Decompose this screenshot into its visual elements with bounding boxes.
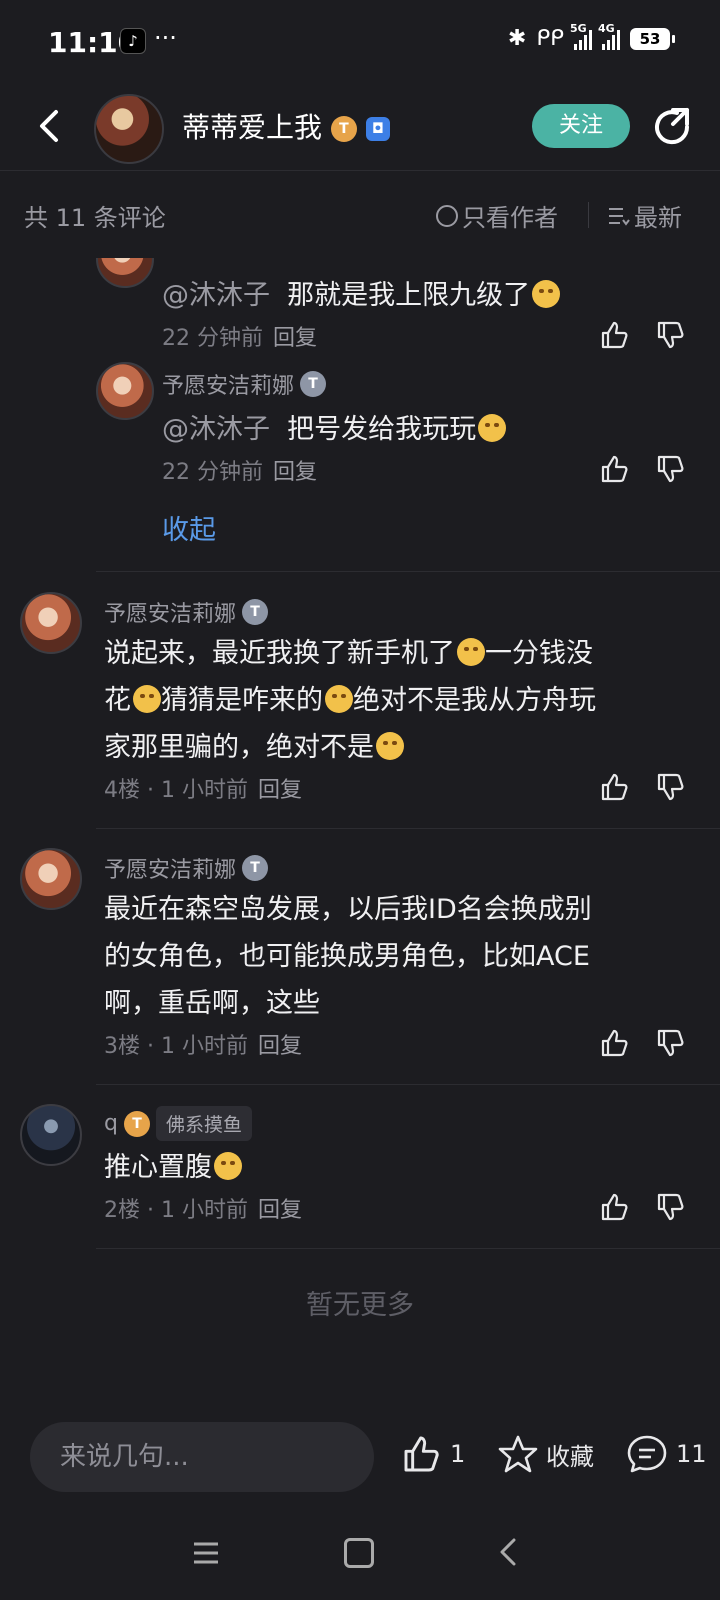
comment-input[interactable]: 来说几句... — [30, 1422, 374, 1492]
comment-meta: 3楼 · 1 小时前 回复 — [104, 1034, 302, 1059]
like-post-button[interactable]: 1 — [402, 1434, 465, 1474]
reply-button[interactable]: 回复 — [273, 326, 317, 351]
like-icon[interactable] — [600, 1028, 630, 1058]
bluetooth-icon: ✱ — [507, 26, 527, 51]
avatar[interactable] — [20, 848, 82, 910]
reply-button[interactable]: 回复 — [258, 778, 302, 803]
author-name[interactable]: 蒂蒂爱上我 T ◘ — [182, 106, 390, 146]
signal-5g-icon: 5G — [570, 22, 592, 50]
comment-meta: 2楼 · 1 小时前 回复 — [104, 1198, 302, 1223]
divider — [96, 1084, 720, 1085]
reply-text: @沐沐子 那就是我上限九级了 — [162, 272, 561, 319]
bottom-action-bar: 来说几句... 1 收藏 11 — [0, 1408, 720, 1518]
comment-count: 共 11 条评论 — [24, 204, 166, 232]
author-avatar[interactable] — [94, 94, 164, 164]
dislike-icon[interactable] — [656, 1192, 686, 1222]
reply-text: @沐沐子 把号发给我玩玩 — [162, 406, 507, 453]
status-bar: 11:10 ♪ ··· ✱ ᑭᑭ 5G 4G 53 — [0, 0, 720, 84]
like-icon[interactable] — [600, 320, 630, 350]
comment-author[interactable]: q T 佛系摸鱼 — [104, 1106, 252, 1141]
only-author-toggle[interactable]: 只看作者 — [436, 198, 558, 233]
dislike-icon[interactable] — [656, 1028, 686, 1058]
like-icon[interactable] — [600, 1192, 630, 1222]
grin-emoji-icon — [532, 280, 561, 308]
level-badge-icon: T — [300, 371, 327, 397]
dislike-icon[interactable] — [656, 454, 686, 484]
user-tag: 佛系摸鱼 — [155, 1106, 252, 1141]
radio-icon — [436, 204, 458, 227]
post-header: 蒂蒂爱上我 T ◘ 关注 — [0, 84, 720, 171]
reply-button[interactable]: 回复 — [258, 1198, 302, 1223]
comment-text: 说起来，最近我换了新手机了 一分钱没 花猜猜是咋来的 绝对不是我从方舟玩 家那里骗的… — [104, 638, 596, 763]
comment-author[interactable]: 予愿安洁莉娜 T — [104, 596, 269, 628]
crying-emoji-icon — [478, 414, 507, 442]
comment-text: 推心置腹 — [104, 1144, 242, 1191]
smirk-emoji-icon — [325, 685, 353, 713]
avatar[interactable] — [20, 592, 82, 654]
level-badge-icon: T — [242, 855, 269, 881]
level-badge-icon: T — [242, 599, 269, 625]
battery-icon: 53 — [630, 27, 675, 50]
reply-author[interactable]: 予愿安洁莉娜 T — [162, 368, 327, 400]
crying-emoji-icon — [457, 638, 485, 666]
drool-emoji-icon — [214, 1152, 242, 1180]
back-icon[interactable] — [34, 106, 64, 146]
divider — [96, 1248, 720, 1249]
star-icon — [498, 1435, 538, 1473]
divider — [96, 828, 720, 829]
reply-meta: 22 分钟前 回复 — [162, 460, 318, 485]
tiktok-icon: ♪ — [120, 28, 146, 54]
crying-emoji-icon — [376, 732, 404, 760]
comment-filter-bar: 共 11 条评论 只看作者 最新 — [0, 172, 720, 258]
follow-button[interactable]: 关注 — [532, 104, 630, 148]
like-icon — [404, 1436, 439, 1472]
comment-meta: 4楼 · 1 小时前 回复 — [104, 778, 302, 803]
collect-button[interactable]: 收藏 — [498, 1434, 594, 1474]
avatar[interactable] — [20, 1104, 82, 1166]
level-badge-icon: T — [330, 116, 357, 142]
comments-button[interactable]: 11 — [626, 1434, 707, 1474]
avatar[interactable] — [96, 258, 154, 288]
no-more-label: 暂无更多 — [306, 1290, 414, 1321]
comment-text: 最近在森空岛发展，以后我ID名会换成别 的女角色，也可能换成男角色，比如ACE … — [104, 894, 592, 1019]
reply-button[interactable]: 回复 — [273, 460, 317, 485]
comment-icon — [627, 1435, 667, 1473]
avatar[interactable] — [96, 362, 154, 420]
collapse-replies-button[interactable]: 收起 — [162, 508, 216, 547]
sort-latest-button[interactable]: 最新 — [608, 198, 682, 233]
reply-button[interactable]: 回复 — [258, 1034, 302, 1059]
system-back-icon[interactable] — [496, 1536, 520, 1568]
earbuds-icon: ᑭᑭ — [536, 26, 564, 51]
status-indicators: ✱ ᑭᑭ 5G 4G 53 — [507, 22, 675, 51]
divider — [96, 571, 720, 572]
sort-icon — [609, 207, 630, 226]
gamepad-badge-icon: ◘ — [365, 117, 390, 141]
more-notifications-icon: ··· — [154, 24, 177, 52]
share-icon[interactable] — [651, 106, 693, 148]
divider — [588, 202, 589, 228]
dislike-icon[interactable] — [656, 772, 686, 802]
dislike-icon[interactable] — [656, 320, 686, 350]
comment-author[interactable]: 予愿安洁莉娜 T — [104, 852, 269, 884]
system-nav-bar — [0, 1518, 720, 1600]
recent-apps-icon[interactable] — [192, 1540, 220, 1566]
reply-meta: 22 分钟前 回复 — [162, 326, 318, 351]
level-badge-icon: T — [123, 1110, 150, 1137]
comment-feed[interactable]: @沐沐子 那就是我上限九级了 22 分钟前 回复 予愿安洁莉娜 T @沐沐子 把号发… — [0, 258, 720, 1408]
smirk-emoji-icon — [133, 685, 161, 713]
like-icon[interactable] — [600, 454, 630, 484]
signal-4g-icon: 4G — [598, 22, 620, 50]
like-icon[interactable] — [600, 772, 630, 802]
home-icon[interactable] — [344, 1538, 374, 1568]
